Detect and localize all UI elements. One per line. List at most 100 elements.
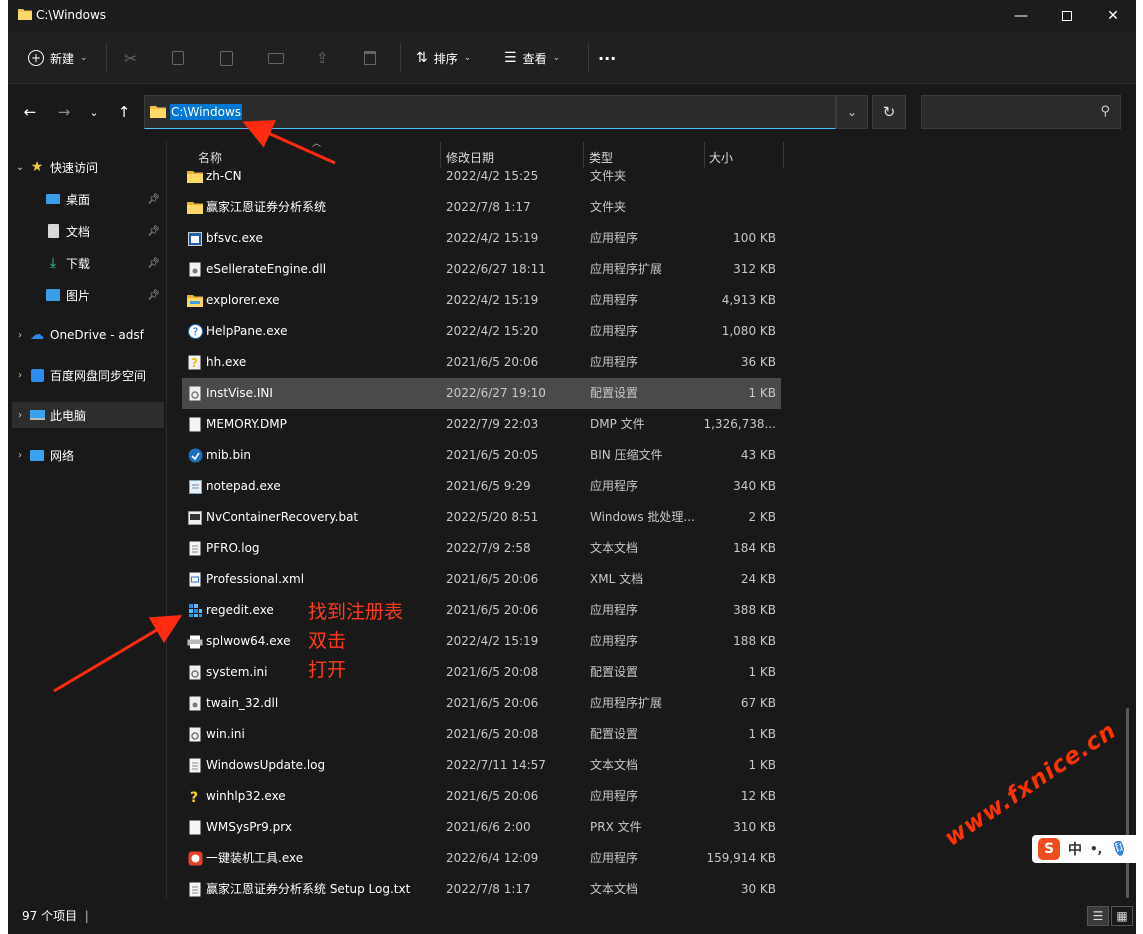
file-date: 2022/6/27 19:10 <box>446 386 546 400</box>
sidebar-item-documents[interactable]: 文档 📌︎ <box>12 218 164 244</box>
tiles-view-button[interactable]: ▦ <box>1111 906 1133 926</box>
new-button[interactable]: + 新建 ⌄ <box>28 42 88 74</box>
file-row[interactable]: eSellerateEngine.dll 2022/6/27 18:11 应用程序扩… <box>182 254 781 285</box>
sidebar-item-desktop[interactable]: 桌面 📌︎ <box>12 186 164 212</box>
file-name: splwow64.exe <box>206 634 291 648</box>
sidebar-item-network[interactable]: › 网络 <box>12 442 164 468</box>
minimize-icon: — <box>1014 8 1028 24</box>
annotation-note: 找到注册表 双击 打开 <box>308 598 403 685</box>
address-bar[interactable]: C:\Windows <box>144 95 836 129</box>
rename-button[interactable] <box>268 42 284 74</box>
sidebar-item-pictures[interactable]: 图片 📌︎ <box>12 282 164 308</box>
pin-icon[interactable]: 📌︎ <box>147 258 160 269</box>
sort-label: 排序 <box>433 51 458 66</box>
sidebar-label: 此电脑 <box>50 408 87 423</box>
view-button[interactable]: ☰ 查看 ⌄ <box>504 42 560 74</box>
file-row[interactable]: PFRO.log 2022/7/9 2:58 文本文档 184 KB <box>182 533 781 564</box>
file-row[interactable]: 一键装机工具.exe 2022/6/4 12:09 应用程序 159,914 KB <box>182 843 781 874</box>
sogou-logo: S <box>1038 838 1060 860</box>
forward-button[interactable]: → <box>52 100 76 124</box>
ime-language[interactable]: 中 <box>1068 839 1082 859</box>
file-icon <box>186 409 204 440</box>
file-row[interactable]: MEMORY.DMP 2022/7/9 22:03 DMP 文件 1,326,738.… <box>182 409 781 440</box>
ime-punctuation[interactable]: •, <box>1090 842 1102 856</box>
file-row[interactable]: twain_32.dll 2021/6/5 20:06 应用程序扩展 67 KB <box>182 688 781 719</box>
pin-icon[interactable]: 📌︎ <box>147 226 160 237</box>
chevron-right-icon: › <box>18 369 22 381</box>
clipboard-icon <box>220 50 233 66</box>
file-row[interactable]: ? winhlp32.exe 2021/6/5 20:06 应用程序 12 KB <box>182 781 781 812</box>
details-view-button[interactable]: ☰ <box>1087 906 1109 926</box>
pane-splitter[interactable] <box>166 140 167 900</box>
file-row[interactable]: mib.bin 2021/6/5 20:05 BIN 压缩文件 43 KB <box>182 440 781 471</box>
up-button[interactable]: ↑ <box>112 100 136 124</box>
file-size: 1 KB <box>748 386 776 400</box>
file-row[interactable]: splwow64.exe 2022/4/2 15:19 应用程序 188 KB <box>182 626 781 657</box>
svg-text:?: ? <box>190 790 198 804</box>
file-row[interactable]: Professional.xml 2021/6/5 20:06 XML 文档 24 K… <box>182 564 781 595</box>
file-size: 310 KB <box>733 820 776 834</box>
address-dropdown-button[interactable]: ⌄ <box>836 95 868 129</box>
file-date: 2021/6/5 20:06 <box>446 696 539 710</box>
pin-icon[interactable]: 📌︎ <box>147 194 160 205</box>
sidebar-item-this-pc[interactable]: › 此电脑 <box>12 402 164 428</box>
file-row[interactable]: regedit.exe 2021/6/5 20:06 应用程序 388 KB <box>182 595 781 626</box>
file-size <box>702 161 776 192</box>
more-options-button[interactable]: ··· <box>598 42 616 74</box>
file-type: PRX 文件 <box>590 820 642 834</box>
ini-icon <box>186 378 204 409</box>
file-size: 2 KB <box>748 510 776 524</box>
minimize-button[interactable]: — <box>998 0 1044 32</box>
annotation-line: 打开 <box>308 659 347 681</box>
column-divider[interactable] <box>783 142 784 168</box>
copy-button[interactable] <box>172 42 184 74</box>
sidebar-item-baidu-netdisk[interactable]: › 百度网盘同步空间 <box>12 362 164 388</box>
text-file-icon <box>186 533 204 564</box>
sidebar-item-downloads[interactable]: ⤓ 下载 📌︎ <box>12 250 164 276</box>
sidebar-item-onedrive[interactable]: › ☁ OneDrive - adsf <box>12 322 164 348</box>
mic-icon[interactable]: 🎙︎ <box>1110 841 1128 857</box>
file-name: 赢家江恩证券分析系统 <box>206 200 327 214</box>
file-row[interactable]: ? hh.exe 2021/6/5 20:06 应用程序 36 KB <box>182 347 781 378</box>
file-row[interactable]: zh-CN 2022/4/2 15:25 文件夹 <box>182 161 781 192</box>
file-date: 2022/6/27 18:11 <box>446 262 546 276</box>
file-type: 配置设置 <box>590 386 639 400</box>
file-row[interactable]: WindowsUpdate.log 2022/7/11 14:57 文本文档 1 KB <box>182 750 781 781</box>
maximize-button[interactable] <box>1044 0 1090 32</box>
file-size: 36 KB <box>740 355 776 369</box>
title-bar[interactable]: C:\Windows — ✕ <box>8 0 1136 32</box>
ime-toolbar[interactable]: S 中 •, 🎙︎ <box>1032 835 1143 863</box>
file-row[interactable]: bfsvc.exe 2022/4/2 15:19 应用程序 100 KB <box>182 223 781 254</box>
share-button[interactable]: ⇪ <box>316 42 329 74</box>
sort-button[interactable]: ⇅ 排序 ⌄ <box>416 42 471 74</box>
delete-button[interactable] <box>364 42 376 74</box>
file-row[interactable]: 赢家江恩证券分析系统 2022/7/8 1:17 文件夹 <box>182 192 781 223</box>
file-row[interactable]: notepad.exe 2021/6/5 9:29 应用程序 340 KB <box>182 471 781 502</box>
file-row[interactable]: explorer.exe 2022/4/2 15:19 应用程序 4,913 KB <box>182 285 781 316</box>
file-row[interactable]: ? HelpPane.exe 2022/4/2 15:20 应用程序 1,080 KB <box>182 316 781 347</box>
file-row[interactable]: win.ini 2021/6/5 20:08 配置设置 1 KB <box>182 719 781 750</box>
paste-button[interactable] <box>220 42 233 74</box>
navigation-pane: ⌄ ★ 快速访问 桌面 📌︎ 文档 📌︎ ⤓ 下载 📌︎ 图片 📌︎ › ☁ O… <box>8 140 168 900</box>
back-button[interactable]: ← <box>18 100 42 124</box>
cut-button[interactable]: ✂ <box>124 42 137 74</box>
annotation-line: 双击 <box>308 630 347 652</box>
scrollbar-thumb[interactable] <box>1126 708 1129 898</box>
file-row[interactable]: system.ini 2021/6/5 20:08 配置设置 1 KB <box>182 657 781 688</box>
refresh-button[interactable]: ↻ <box>872 95 906 129</box>
file-date: 2021/6/6 2:00 <box>446 820 531 834</box>
new-label: 新建 <box>50 51 75 66</box>
sidebar-item-quick-access[interactable]: ⌄ ★ 快速访问 <box>12 154 164 180</box>
search-input[interactable]: ⚲ <box>921 95 1121 129</box>
sidebar-label: 图片 <box>66 288 91 303</box>
recent-locations-button[interactable]: ⌄ <box>82 100 106 124</box>
maximize-icon <box>1062 11 1072 21</box>
file-row[interactable]: NvContainerRecovery.bat 2022/5/20 8:51 Win… <box>182 502 781 533</box>
file-type: 应用程序 <box>590 634 639 648</box>
pin-icon[interactable]: 📌︎ <box>147 290 160 301</box>
close-button[interactable]: ✕ <box>1090 0 1136 32</box>
file-row[interactable]: WMSysPr9.prx 2021/6/6 2:00 PRX 文件 310 KB <box>182 812 781 843</box>
file-row[interactable]: InstVise.INI 2022/6/27 19:10 配置设置 1 KB <box>182 378 781 409</box>
address-path[interactable]: C:\Windows <box>170 104 243 120</box>
bat-icon <box>186 502 204 533</box>
